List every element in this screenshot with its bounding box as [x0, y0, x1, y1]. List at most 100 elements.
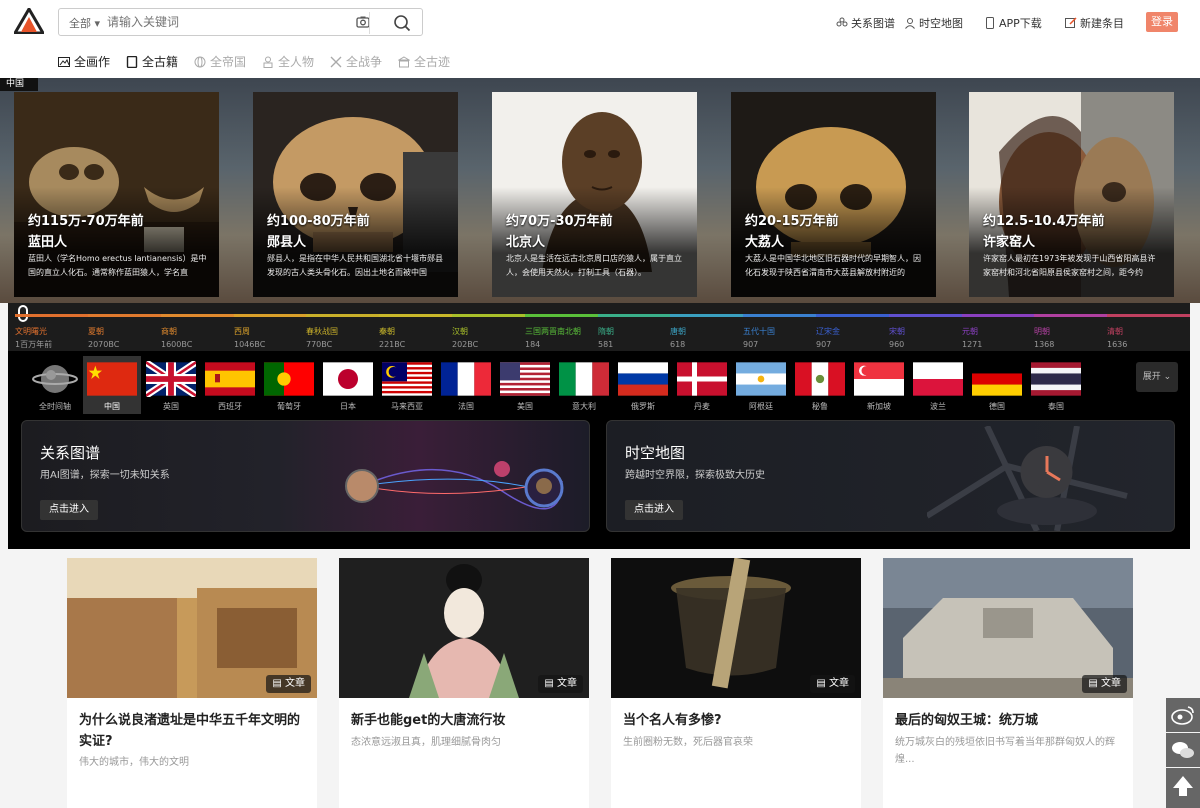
timeline-period[interactable]: 清朝 1636 [1107, 325, 1127, 351]
france-flag-icon[interactable] [441, 361, 491, 397]
timeline-period[interactable]: 宋朝 960 [889, 325, 905, 351]
timeline-period[interactable]: 秦朝 221BC [379, 325, 405, 351]
portugal-flag-icon[interactable] [264, 361, 314, 397]
article-card[interactable]: ▤ 文章 最后的匈奴王城：统万城 统万城灰白的残垣依旧书写着当年那群匈奴人的辉煌… [883, 558, 1133, 808]
category-label: 全古籍 [142, 55, 179, 69]
card-name: 北京人 [506, 235, 546, 250]
nav-spacetime-map[interactable]: 时空地图 [904, 15, 963, 31]
timeline-period[interactable]: 五代十国 907 [743, 325, 775, 351]
feature-panels: 关系图谱 用AI图谱，探索一切未知关系 点击进入 时空地图 跨越时空界限，探索极… [8, 417, 1190, 549]
camera-icon[interactable] [356, 15, 370, 29]
enter-button[interactable]: 点击进入 [625, 500, 683, 520]
panel-title: 时空地图 [625, 444, 686, 462]
italy-flag-icon[interactable] [559, 361, 609, 397]
uk-flag-icon[interactable] [144, 359, 198, 399]
document-icon: ▤ [544, 678, 557, 689]
search-separator [369, 12, 370, 34]
period-label: 商朝 [161, 327, 177, 336]
timeline-period[interactable]: 唐朝 618 [670, 325, 686, 351]
arrow-up-icon [1173, 776, 1193, 796]
nav-relation-graph[interactable]: 关系图谱 [836, 15, 895, 31]
denmark-flag-icon[interactable] [677, 361, 727, 397]
category-sites[interactable]: 全古迹 [398, 53, 450, 70]
period-year: 1271 [962, 340, 983, 349]
timeline-period[interactable]: 明朝 1368 [1034, 325, 1054, 351]
edit-icon [1065, 17, 1077, 28]
search-icon[interactable] [393, 14, 411, 32]
period-year: 1368 [1034, 340, 1055, 349]
timeline-period[interactable]: 元朝 1271 [962, 325, 982, 351]
timeline-period[interactable]: 文明曙光 1百万年前 [15, 325, 52, 351]
category-people[interactable]: 全人物 [262, 53, 314, 70]
wechat-share-button[interactable] [1166, 733, 1200, 767]
period-year: 1百万年前 [15, 340, 53, 349]
globe-flag-icon[interactable] [30, 361, 80, 397]
article-card[interactable]: ▤ 文章 当个名人有多惨? 生前圈粉无数，死后器官哀荣 [611, 558, 861, 808]
spain-flag-icon[interactable] [205, 361, 255, 397]
article-title: 当个名人有多惨? [623, 713, 722, 728]
dynasty-timeline: 文明曙光 1百万年前 夏朝 2070BC 商朝 1600BC 西周 1046BC 春秋战国 770… [8, 303, 1190, 351]
search-input[interactable] [107, 13, 347, 31]
expand-countries-button[interactable]: 展开 ⌄ [1136, 362, 1178, 392]
category-empires[interactable]: 全帝国 [194, 53, 246, 70]
relation-graph-panel[interactable]: 关系图谱 用AI图谱，探索一切未知关系 点击进入 [21, 420, 590, 532]
nav-app-download[interactable]: APP下载 [984, 15, 1042, 31]
card-name: 大荔人 [745, 235, 785, 250]
poland-flag-icon[interactable] [913, 361, 963, 397]
timeline-period[interactable]: 汉朝 202BC [452, 325, 478, 351]
phone-icon [986, 17, 994, 29]
timeline-period[interactable]: 隋朝 581 [598, 325, 614, 351]
country-label: 葡萄牙 [277, 402, 301, 411]
spacetime-map-panel[interactable]: 时空地图 跨越时空界限，探索极致大历史 点击进入 [606, 420, 1175, 532]
peru-flag-icon[interactable] [795, 361, 845, 397]
timeline-period[interactable]: 夏朝 2070BC [88, 325, 119, 351]
period-label: 清朝 [1107, 327, 1123, 336]
chevron-down-icon: ⌄ [1163, 372, 1172, 382]
document-icon: ▤ [816, 678, 829, 689]
category-books[interactable]: 全古籍 [126, 53, 178, 70]
document-icon: ▤ [1088, 678, 1101, 689]
hero-card[interactable]: 约20-15万年前 大荔人 大荔人是中国华北地区旧石器时代的早期智人，因化石发现… [731, 92, 936, 297]
nav-new-entry[interactable]: 新建条目 [1065, 15, 1124, 31]
back-to-top-button[interactable] [1166, 768, 1200, 808]
timeline-period[interactable]: 商朝 1600BC [161, 325, 192, 351]
timeline-segment-bar [889, 314, 962, 317]
article-card[interactable]: ▤ 文章 为什么说良渚遗址是中华五千年文明的实证? 伟大的城市，伟大的文明 [67, 558, 317, 808]
card-name: 蓝田人 [28, 235, 68, 250]
weibo-share-button[interactable] [1166, 698, 1200, 732]
article-description: 态浓意远淑且真，肌理细腻骨肉匀 [351, 737, 501, 748]
search-category-select[interactable]: 全部 ▾ [69, 15, 100, 31]
period-year: 960 [889, 340, 905, 349]
hero-card[interactable]: 约100-80万年前 郧县人 郧县人，是指在中华人民共和国湖北省十堰市郧县发现的… [253, 92, 458, 297]
site-logo[interactable] [14, 8, 44, 34]
card-description: 大荔人是中国华北地区旧石器时代的早期智人，因化石发现于陕西省渭南市大荔县解放村附… [745, 254, 921, 277]
country-label: 日本 [340, 402, 356, 411]
article-description: 统万城灰白的残垣依旧书写着当年那群匈奴人的辉煌... [895, 737, 1115, 765]
malaysia-flag-icon[interactable] [382, 361, 432, 397]
hero-card[interactable]: 约70万-30万年前 北京人 北京人是生活在远古北京周口店的猿人，属于直立人，会… [492, 92, 697, 297]
timeline-period[interactable]: 三国两晋南北朝 184 [525, 325, 581, 351]
search-box: 全部 ▾ [58, 8, 423, 36]
enter-button[interactable]: 点击进入 [40, 500, 98, 520]
china-flag-icon[interactable] [87, 361, 137, 397]
russia-flag-icon[interactable] [618, 361, 668, 397]
usa-flag-icon[interactable] [500, 361, 550, 397]
hero-card[interactable]: 约115万-70万年前 蓝田人 蓝田人（学名Homo erectus lanti… [14, 92, 219, 297]
card-description: 蓝田人（学名Homo erectus lantianensis）是中国的直立人化… [28, 254, 207, 277]
timeline-period[interactable]: 春秋战国 770BC [306, 325, 338, 351]
category-wars[interactable]: 全战争 [330, 53, 382, 70]
germany-flag-icon[interactable] [972, 361, 1022, 397]
thailand-flag-icon[interactable] [1031, 361, 1081, 397]
timeline-period[interactable]: 辽宋金 907 [816, 325, 840, 351]
relation-network-illustration [345, 461, 564, 510]
timeline-period[interactable]: 西周 1046BC [234, 325, 265, 351]
japan-flag-icon[interactable] [323, 361, 373, 397]
argentina-flag-icon[interactable] [736, 361, 786, 397]
article-image: ▤ 文章 [611, 558, 861, 698]
login-button[interactable]: 登录 [1146, 12, 1178, 32]
hero-card[interactable]: 约12.5-10.4万年前 许家窑人 许家窑人最初在1973年被发现于山西省阳高… [969, 92, 1174, 297]
category-paintings[interactable]: 全画作 [58, 53, 110, 70]
article-card[interactable]: ▤ 文章 新手也能get的大唐流行妆 态浓意远淑且真，肌理细腻骨肉匀 [339, 558, 589, 808]
singapore-flag-icon[interactable] [854, 361, 904, 397]
period-year: 1046BC [234, 340, 266, 349]
